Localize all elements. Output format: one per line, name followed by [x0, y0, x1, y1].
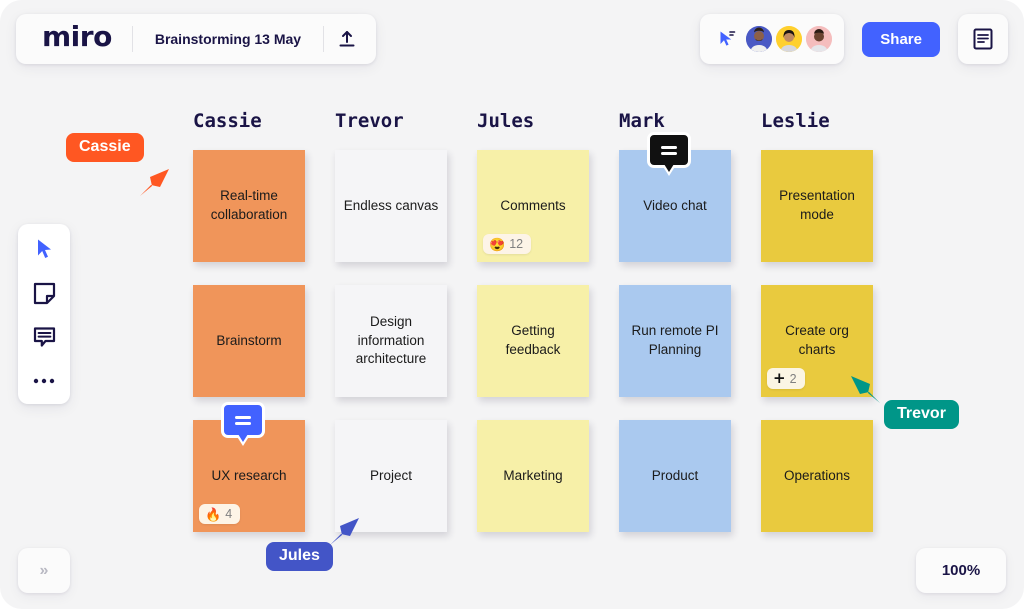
sticky-note[interactable]: Brainstorm	[193, 285, 305, 397]
board-column-jules: Jules Comments 😍 12 Getting feedback Marketin…	[477, 110, 589, 532]
board-column-cassie: Cassie Real-time collaboration Brainstorm U…	[193, 110, 305, 532]
sticky-note-text: Operations	[783, 467, 851, 483]
sticky-note-text: Presentation mode	[779, 188, 855, 222]
cursor-pointer-icon	[328, 514, 362, 553]
sticky-note[interactable]: Getting feedback	[477, 285, 589, 397]
reaction-count: 12	[509, 237, 524, 251]
sticky-note[interactable]: Real-time collaboration	[193, 150, 305, 262]
sticky-note[interactable]: Run remote PI Planning	[619, 285, 731, 397]
comment-pin-blue[interactable]	[221, 402, 265, 442]
comment-pin-tail	[238, 434, 248, 442]
emoji-icon: 🔥	[205, 506, 222, 522]
plus-icon: +	[773, 369, 786, 387]
sticky-note[interactable]: UX research 🔥 4	[193, 402, 305, 532]
reaction-count: 2	[789, 371, 797, 386]
comment-icon[interactable]	[27, 322, 61, 352]
emoji-icon: 😍	[489, 236, 506, 252]
cursor-label: Cassie	[66, 133, 144, 162]
sticky-note-text: Design information architecture	[355, 314, 427, 367]
column-header: Mark	[619, 110, 665, 132]
avatar[interactable]	[776, 26, 803, 52]
sticky-note-text: Product	[651, 467, 699, 483]
sticky-note-icon[interactable]	[27, 278, 61, 308]
more-options-icon[interactable]	[27, 366, 61, 396]
sticky-note[interactable]: Video chat	[619, 132, 731, 262]
comment-lines-icon	[235, 415, 251, 425]
miro-logo[interactable]: miro	[22, 23, 132, 51]
board-header-bar: miro Brainstorming 13 May	[16, 14, 377, 64]
sticky-note-text: Project	[369, 467, 413, 483]
comment-pin-tail	[664, 164, 674, 172]
sticky-note[interactable]: Endless canvas	[335, 150, 447, 262]
sticky-note-text: Marketing	[503, 467, 563, 483]
sticky-note[interactable]: Presentation mode	[761, 150, 873, 262]
comment-pin-black[interactable]	[647, 132, 691, 172]
sticky-note[interactable]: Design information architecture	[335, 285, 447, 397]
sticky-note-text: Real-time collaboration	[210, 188, 288, 222]
sticky-note-text: Endless canvas	[343, 197, 439, 213]
board-column-mark: Mark Video chat Run remote PI Planning Prod…	[619, 110, 731, 532]
sticky-note[interactable]: Marketing	[477, 420, 589, 532]
column-header: Cassie	[193, 110, 262, 132]
cursor-label: Jules	[266, 542, 333, 571]
sticky-note[interactable]: Comments 😍 12	[477, 150, 589, 262]
board-actions-bar: Share	[700, 14, 1008, 64]
sticky-note-text: Comments	[500, 197, 566, 213]
sticky-note-text: Create org charts	[785, 323, 849, 357]
sticky-note[interactable]: Product	[619, 420, 731, 532]
cursor-label: Trevor	[884, 400, 959, 429]
notes-panel-icon[interactable]	[958, 14, 1008, 64]
sticky-note-text: Getting feedback	[505, 323, 561, 357]
left-toolbar	[18, 224, 70, 404]
board-column-leslie: Leslie Presentation mode Create org charts…	[761, 110, 873, 532]
sticky-note-text: UX research	[211, 467, 287, 483]
follow-cursor-icon[interactable]	[712, 24, 742, 54]
comment-lines-icon	[661, 145, 677, 155]
column-header: Leslie	[761, 110, 830, 132]
expand-panel-button[interactable]: »	[18, 548, 70, 593]
column-header: Jules	[477, 110, 535, 132]
reaction-count: 4	[225, 507, 233, 521]
board-column-trevor: Trevor Endless canvas Design information a…	[335, 110, 447, 532]
sticky-note[interactable]: Operations	[761, 420, 873, 532]
zoom-level-indicator[interactable]: 100%	[916, 548, 1006, 593]
cursor-pointer-icon	[848, 372, 882, 411]
collaborators-pill	[700, 14, 845, 64]
miro-board-app: miro Brainstorming 13 May Share Cassie R…	[0, 0, 1024, 609]
avatar[interactable]	[806, 26, 833, 52]
upload-icon[interactable]	[324, 19, 370, 59]
column-header: Trevor	[335, 110, 404, 132]
reaction-badge[interactable]: +2	[767, 368, 805, 389]
share-button[interactable]: Share	[862, 21, 940, 57]
sticky-note-text: Brainstorm	[216, 332, 282, 348]
sticky-note-text: Video chat	[643, 197, 707, 213]
sticky-note-text: Run remote PI Planning	[631, 323, 719, 357]
board-title[interactable]: Brainstorming 13 May	[133, 31, 323, 47]
cursor-pointer-icon	[138, 165, 172, 204]
avatar[interactable]	[746, 26, 773, 52]
reaction-badge[interactable]: 😍 12	[483, 234, 532, 254]
reaction-badge[interactable]: 🔥 4	[199, 504, 241, 524]
cursor-icon[interactable]	[27, 234, 61, 264]
